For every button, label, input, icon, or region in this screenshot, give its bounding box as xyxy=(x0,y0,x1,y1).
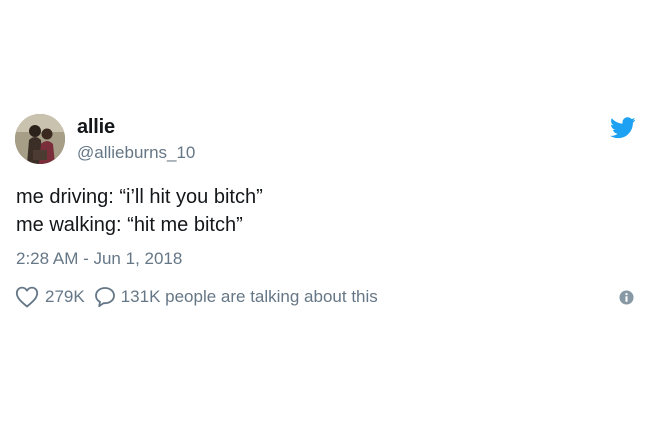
tweet-actions: 279K 131K people are talking about this xyxy=(15,286,378,308)
tweet-text-line: me walking: “hit me bitch” xyxy=(16,214,243,236)
avatar-photo-icon xyxy=(15,114,65,164)
like-button[interactable]: 279K xyxy=(15,286,94,308)
like-count: 279K xyxy=(45,287,85,306)
author-handle[interactable]: @allieburns_10 xyxy=(77,143,195,163)
tweet-text-line: me driving: “i’ll hit you bitch” xyxy=(16,186,263,208)
heart-icon xyxy=(15,286,39,308)
tweet-card: allie @allieburns_10 me driving: “i’ll h… xyxy=(0,0,650,425)
twitter-bird-icon[interactable] xyxy=(610,117,636,139)
reply-label: 131K people are talking about this xyxy=(120,287,378,306)
reply-button[interactable]: 131K people are talking about this xyxy=(94,286,378,308)
author-avatar[interactable] xyxy=(15,114,65,164)
info-icon[interactable] xyxy=(619,290,634,305)
tweet-text: me driving: “i’ll hit you bitch” me walk… xyxy=(16,183,263,239)
author-display-name[interactable]: allie xyxy=(77,116,115,139)
tweet-timestamp[interactable]: 2:28 AM - Jun 1, 2018 xyxy=(16,249,182,269)
speech-bubble-icon xyxy=(94,287,115,308)
